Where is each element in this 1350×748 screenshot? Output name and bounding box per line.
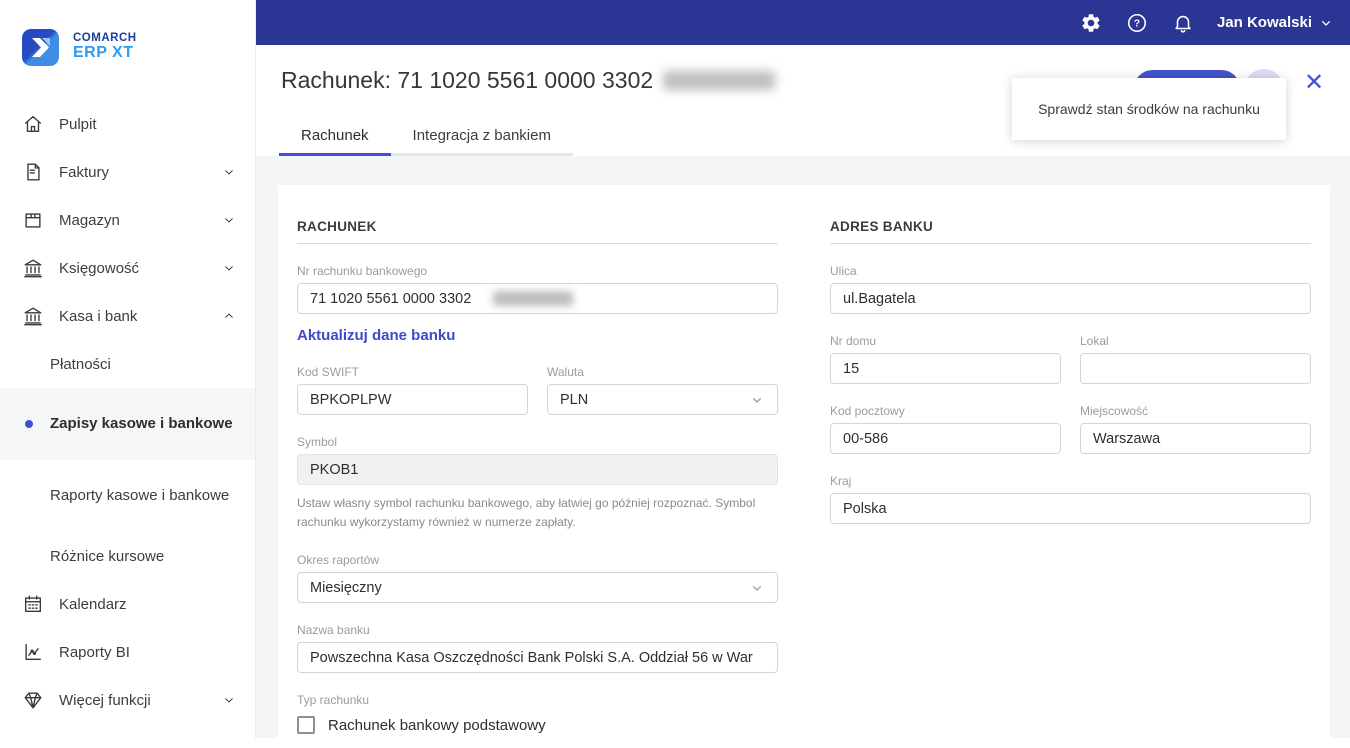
sidebar-item-kalendarz[interactable]: Kalendarz [0, 580, 255, 628]
field-label: Nr rachunku bankowego [297, 264, 778, 278]
field-label: Kod SWIFT [297, 365, 528, 379]
invoice-icon [22, 161, 44, 183]
svg-text:?: ? [1134, 18, 1140, 29]
sidebar-item-pulpit[interactable]: Pulpit [0, 100, 255, 148]
house-number-input[interactable] [830, 353, 1061, 384]
user-menu[interactable]: Jan Kowalski [1217, 14, 1334, 31]
notifications-bell-icon[interactable] [1171, 11, 1195, 35]
field-label: Kraj [830, 474, 1311, 488]
field-label: Nr domu [830, 334, 1061, 348]
symbol-help-text: Ustaw własny symbol rachunku bankowego, … [297, 494, 767, 531]
section-rachunek: RACHUNEK Nr rachunku bankowego Aktualizu… [297, 219, 778, 748]
update-bank-data-link[interactable]: Aktualizuj dane banku [297, 327, 455, 344]
sidebar-item-roznice-kursowe[interactable]: Różnice kursowe [0, 532, 255, 580]
bank-name-input[interactable] [297, 642, 778, 673]
page-header: Rachunek: 71 1020 5561 0000 3302 ✕ Spraw… [256, 45, 1350, 156]
field-label: Okres raportów [297, 553, 778, 567]
chevron-down-icon [221, 164, 237, 180]
sidebar-item-platnosci[interactable]: Płatności [0, 340, 255, 388]
field-label: Ulica [830, 264, 1311, 278]
content-area: RACHUNEK Nr rachunku bankowego Aktualizu… [256, 156, 1350, 738]
box-icon [22, 209, 44, 231]
symbol-input [297, 454, 778, 485]
tab-bar: Rachunek Integracja z bankiem [279, 117, 573, 156]
user-name: Jan Kowalski [1217, 14, 1312, 31]
close-icon[interactable]: ✕ [1302, 72, 1326, 96]
swift-code-input[interactable] [297, 384, 528, 415]
tab-integracja-z-bankiem[interactable]: Integracja z bankiem [391, 117, 573, 156]
chevron-down-icon [221, 212, 237, 228]
sidebar-item-raporty-bi[interactable]: Raporty BI [0, 628, 255, 676]
bank-icon [22, 257, 44, 279]
sidebar-item-zapisy-kasowe-i-bankowe[interactable]: Zapisy kasowe i bankowe [0, 388, 255, 460]
country-input[interactable] [830, 493, 1311, 524]
sidebar-item-wiecej-funkcji[interactable]: Więcej funkcji [0, 676, 255, 724]
sidebar: COMARCH ERP XT Pulpit Faktury Magazyn [0, 0, 256, 738]
field-label: Typ rachunku [297, 693, 778, 707]
chevron-down-icon [221, 260, 237, 276]
tab-rachunek[interactable]: Rachunek [279, 117, 391, 156]
sidebar-item-ksiegowosc[interactable]: Księgowość [0, 244, 255, 292]
settings-gear-icon[interactable] [1079, 11, 1103, 35]
field-label: Nazwa banku [297, 623, 778, 637]
account-number-input[interactable] [297, 283, 778, 314]
calendar-icon [22, 593, 44, 615]
brand-line1: COMARCH [73, 32, 137, 44]
brand-line2: ERP XT [73, 44, 137, 62]
redacted-account-digits [663, 71, 775, 90]
checkbox-label: Rachunek bankowy podstawowy [328, 717, 546, 734]
chart-icon [22, 641, 44, 663]
diamond-icon [22, 689, 44, 711]
basic-account-checkbox[interactable] [297, 716, 315, 734]
bank-icon [22, 305, 44, 327]
home-icon [22, 113, 44, 135]
sidebar-item-kasa-i-bank[interactable]: Kasa i bank [0, 292, 255, 340]
field-label: Miejscowość [1080, 404, 1311, 418]
currency-select[interactable]: PLN [547, 384, 778, 415]
sidebar-item-raporty-kasowe-i-bankowe[interactable]: Raporty kasowe i bankowe [0, 460, 255, 532]
street-input[interactable] [830, 283, 1311, 314]
section-title: RACHUNEK [297, 219, 778, 244]
sidebar-item-magazyn[interactable]: Magazyn [0, 196, 255, 244]
chevron-down-icon [1318, 15, 1334, 31]
city-input[interactable] [1080, 423, 1311, 454]
apartment-input[interactable] [1080, 353, 1311, 384]
report-period-select[interactable]: Miesięczny [297, 572, 778, 603]
topbar: ? Jan Kowalski [256, 0, 1350, 45]
active-item-dot [25, 420, 33, 428]
sidebar-item-faktury[interactable]: Faktury [0, 148, 255, 196]
comarch-logo-icon [22, 29, 59, 66]
chevron-down-icon [749, 580, 765, 596]
page-title: Rachunek: 71 1020 5561 0000 3302 [281, 67, 775, 94]
help-icon[interactable]: ? [1125, 11, 1149, 35]
tooltip-check-balance: Sprawdź stan środków na rachunku [1012, 78, 1286, 140]
chevron-down-icon [749, 392, 765, 408]
section-title: ADRES BANKU [830, 219, 1311, 244]
field-label: Kod pocztowy [830, 404, 1061, 418]
chevron-up-icon [221, 308, 237, 324]
chevron-down-icon [221, 692, 237, 708]
postal-code-input[interactable] [830, 423, 1061, 454]
comarch-logo[interactable]: COMARCH ERP XT [22, 28, 255, 66]
field-label: Symbol [297, 435, 778, 449]
sidebar-menu: Pulpit Faktury Magazyn Księgowość [0, 100, 255, 724]
field-label: Lokal [1080, 334, 1311, 348]
form-card: RACHUNEK Nr rachunku bankowego Aktualizu… [278, 185, 1330, 748]
field-label: Waluta [547, 365, 778, 379]
section-adres-banku: ADRES BANKU Ulica Nr domu Lokal Kod pocz… [830, 219, 1311, 748]
